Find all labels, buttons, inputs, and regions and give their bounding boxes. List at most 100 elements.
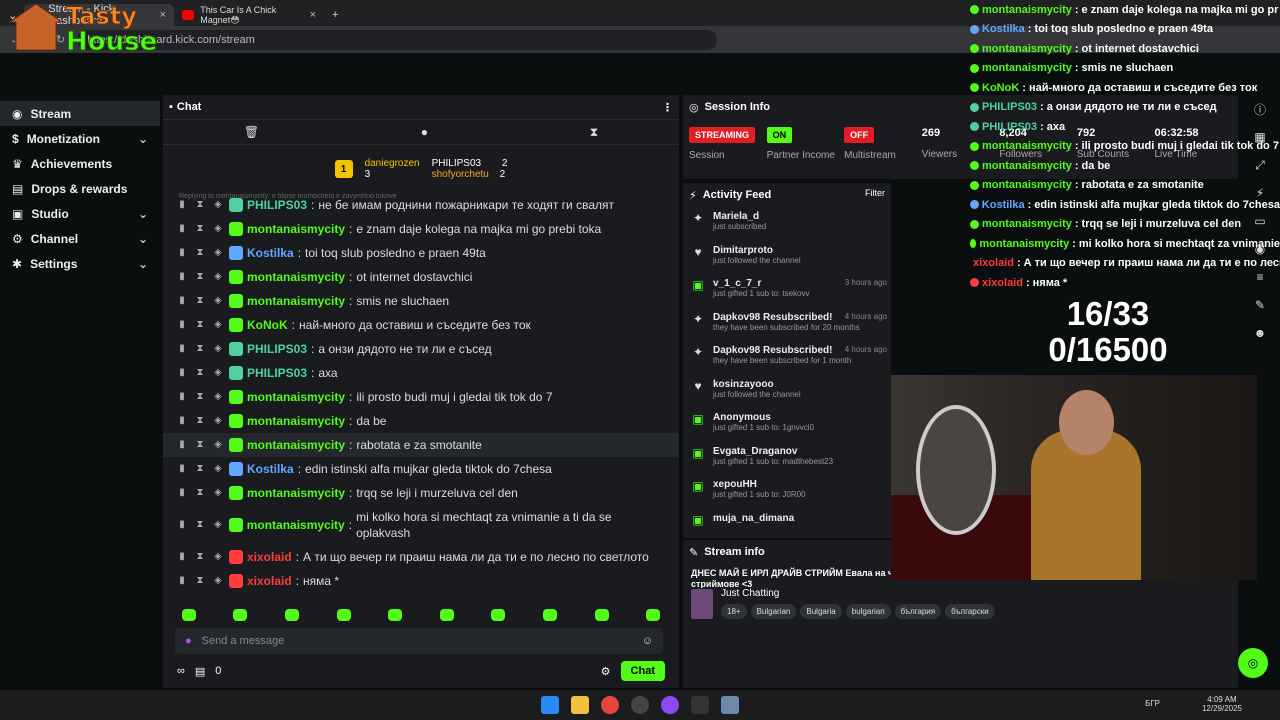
users-icon[interactable]: ☻	[1240, 319, 1280, 347]
hourglass-icon[interactable]: ⧗	[193, 294, 207, 308]
sidebar-item-studio[interactable]: ▣ Studio ⌄	[0, 201, 160, 226]
emote-icon[interactable]	[233, 609, 248, 621]
help-button[interactable]: ◎	[1238, 648, 1268, 678]
hourglass-icon[interactable]: ⧗	[193, 414, 207, 428]
chat-input[interactable]: ● Send a message ☺	[175, 628, 663, 654]
chat-username[interactable]: montanaismycity	[247, 389, 345, 405]
trash-icon[interactable]: ▮	[175, 390, 189, 404]
file-explorer-icon[interactable]	[571, 696, 589, 714]
chat-username[interactable]: xixolaid	[247, 549, 292, 565]
chat-message[interactable]: ▮ ⧗ ◈ xixolaid: няма *	[163, 569, 679, 593]
shield-icon[interactable]: ◈	[211, 294, 225, 308]
stream-tag[interactable]: 18+	[721, 604, 747, 619]
activity-item[interactable]: ▣ xepouHH just gifted 1 sub to: J0R00	[683, 475, 891, 509]
chat-settings-icon[interactable]: ⚙	[601, 665, 611, 678]
stream-tag[interactable]: bulgarian	[845, 604, 891, 619]
emote-icon[interactable]	[336, 609, 351, 621]
chat-username[interactable]: montanaismycity	[247, 221, 345, 237]
chat-message[interactable]: ▮ ⧗ ◈ Kostilka: edin istinski alfa mujkar gl…	[163, 457, 679, 481]
windows-start-icon[interactable]	[541, 696, 559, 714]
wrench-rail-icon[interactable]: ✎	[1240, 291, 1280, 319]
hourglass-icon[interactable]: ⧗	[590, 125, 598, 140]
emote-icon[interactable]	[491, 609, 506, 621]
shield-icon[interactable]: ◈	[211, 390, 225, 404]
trash-icon[interactable]: ▮	[175, 318, 189, 332]
shield-icon[interactable]: ◈	[211, 462, 225, 476]
emote-icon[interactable]	[542, 609, 557, 621]
hourglass-icon[interactable]: ⧗	[193, 342, 207, 356]
stream-tag[interactable]: Bulgarian	[750, 604, 797, 619]
chat-username[interactable]: Kostilka	[247, 245, 294, 261]
activity-item[interactable]: ▣ Evgata_Draganov just gifted 1 sub to: ma…	[683, 442, 891, 476]
tab-youtube[interactable]: This Car Is A Chick Magnet😳 ×	[174, 4, 324, 26]
chat-username[interactable]: montanaismycity	[247, 413, 345, 429]
chat-message[interactable]: ▮ ⧗ ◈ Kostilka: toi toq slub posledno e prae…	[163, 241, 679, 265]
chat-message[interactable]: ▮ ⧗ ◈ montanaismycity: trqq se leji i murzel…	[163, 481, 679, 505]
chat-username[interactable]: montanaismycity	[247, 517, 345, 533]
chat-message[interactable]: ▮ ⧗ ◈ PHILIPS03: а онзи дядото не ти ли е съ…	[163, 337, 679, 361]
sidebar-item-stream[interactable]: ◉ Stream	[0, 101, 160, 126]
hourglass-icon[interactable]: ⧗	[193, 462, 207, 476]
activity-item[interactable]: ✦ Dapkov98 Resubscribed! they have been su…	[683, 308, 891, 342]
shield-icon[interactable]: ◈	[211, 366, 225, 380]
trash-icon[interactable]: ▮	[175, 222, 189, 236]
chrome-icon[interactable]	[601, 696, 619, 714]
shield-icon[interactable]: ◈	[211, 342, 225, 356]
shield-icon[interactable]: ◈	[211, 438, 225, 452]
stream-tag[interactable]: Bulgaria	[800, 604, 842, 619]
chat-username[interactable]: montanaismycity	[247, 485, 345, 501]
chat-message[interactable]: ▮ ⧗ ◈ montanaismycity: smis ne sluchaen	[163, 289, 679, 313]
trash-icon[interactable]: 🗑	[244, 125, 259, 139]
speech-bubble-icon[interactable]: ●	[421, 125, 428, 139]
trash-icon[interactable]: ▮	[175, 342, 189, 356]
info-icon[interactable]: ⓘ	[1240, 95, 1280, 123]
activity-item[interactable]: ✦ Mariela_d just subscribed	[683, 207, 891, 241]
chat-message[interactable]: ▮ ⧗ ◈ montanaismycity: da be	[163, 409, 679, 433]
bolt-icon[interactable]: ⚡	[1240, 179, 1280, 207]
trash-icon[interactable]: ▮	[175, 246, 189, 260]
terminal-icon[interactable]	[691, 696, 709, 714]
emote-icon[interactable]	[646, 609, 661, 621]
stream-tag[interactable]: българия	[894, 604, 942, 619]
chat-username[interactable]: PHILIPS03	[247, 341, 307, 357]
activity-item[interactable]: ♥ Dimitarproto just followed the channel	[683, 241, 891, 275]
hourglass-icon[interactable]: ⧗	[193, 366, 207, 380]
emoji-icon[interactable]: ☺	[642, 635, 653, 647]
chat-username[interactable]: KoNoK	[247, 317, 288, 333]
chat-username[interactable]: montanaismycity	[247, 437, 345, 453]
status-pill[interactable]: ON	[766, 127, 793, 143]
hourglass-icon[interactable]: ⧗	[193, 550, 207, 564]
shield-icon[interactable]: ◈	[211, 486, 225, 500]
chat-message[interactable]: ▮ ⧗ ◈ montanaismycity: ot internet dostavchi…	[163, 265, 679, 289]
chat-message[interactable]: ▮ ⧗ ◈ xixolaid: А ти що вечер ги праиш нама …	[163, 545, 679, 569]
mic-icon[interactable]: ●	[185, 635, 192, 647]
status-pill[interactable]: OFF	[844, 127, 875, 143]
stream-tag[interactable]: български	[945, 604, 995, 619]
hourglass-icon[interactable]: ⧗	[193, 246, 207, 260]
activity-item[interactable]: ▣ v_1_c_7_r just gifted 1 sub to: tsekovv 3…	[683, 274, 891, 308]
activity-item[interactable]: ♥ kosinzayooo just followed the channel	[683, 375, 891, 409]
gift-icon[interactable]: ▤	[195, 665, 205, 678]
chat-message[interactable]: ▮ ⧗ ◈ PHILIPS03: аха	[163, 361, 679, 385]
sidebar-item-drops[interactable]: ▤ Drops & rewards	[0, 176, 160, 201]
language-indicator[interactable]: БГР	[1145, 699, 1160, 708]
chat-message[interactable]: ▮ ⧗ ◈ PHILIPS03: не бе имам роднини пожарник…	[163, 193, 679, 217]
trash-icon[interactable]: ▮	[175, 270, 189, 284]
trash-icon[interactable]: ▮	[175, 414, 189, 428]
new-tab-button[interactable]: +	[324, 4, 346, 26]
emote-icon[interactable]	[594, 609, 609, 621]
hourglass-icon[interactable]: ⧗	[193, 574, 207, 588]
chat-message[interactable]: ▮ ⧗ ◈ montanaismycity: rabotata e za smotani…	[163, 433, 679, 457]
hourglass-icon[interactable]: ⧗	[193, 318, 207, 332]
settings-icon[interactable]	[721, 696, 739, 714]
shield-icon[interactable]: ◈	[211, 550, 225, 564]
chat-username[interactable]: Kostilka	[247, 461, 294, 477]
messenger-icon[interactable]	[661, 696, 679, 714]
emote-icon[interactable]	[181, 609, 196, 621]
chat-message[interactable]: ▮ ⧗ ◈ montanaismycity: e znam daje kolega na…	[163, 217, 679, 241]
layers-icon[interactable]: ≡	[1240, 263, 1280, 291]
filter-button[interactable]: Filter	[865, 188, 885, 198]
trash-icon[interactable]: ▮	[175, 518, 189, 532]
chat-username[interactable]: xixolaid	[247, 573, 292, 589]
send-chat-button[interactable]: Chat	[620, 661, 665, 681]
